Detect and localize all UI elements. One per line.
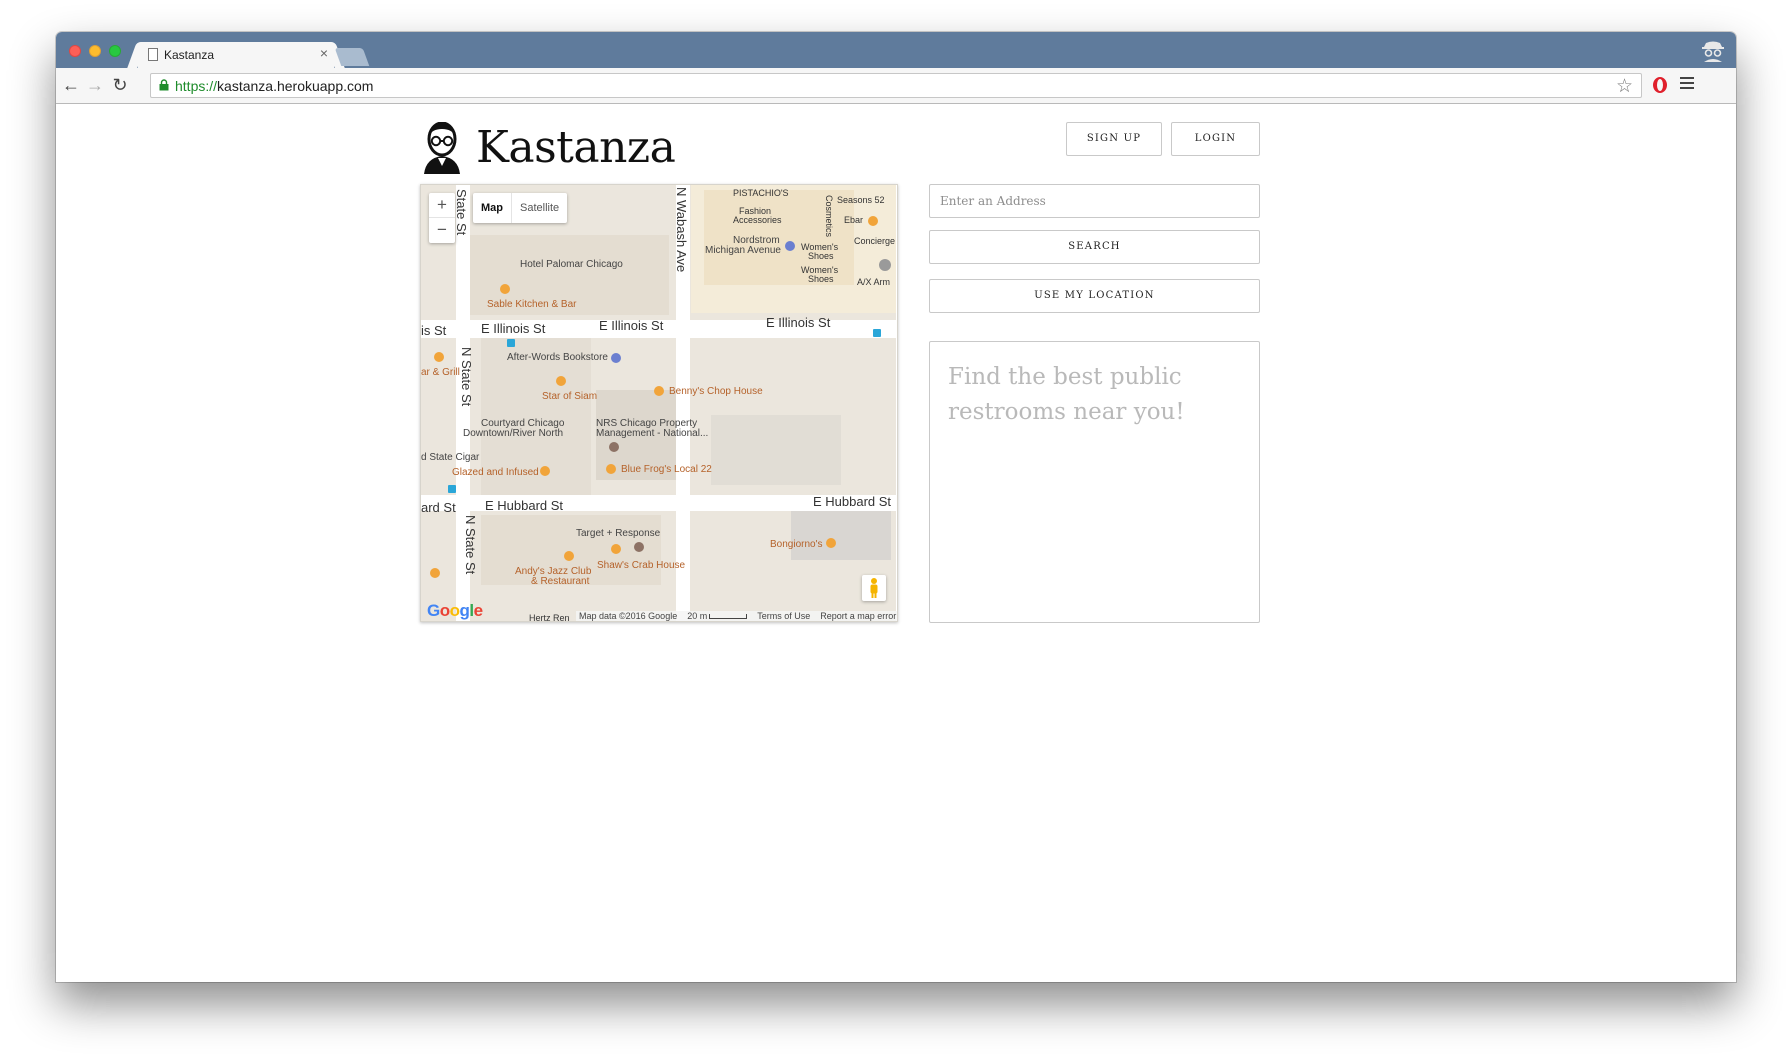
lock-icon [159,79,169,91]
map-place-label: Hertz Ren [529,613,570,622]
map-place-label: Star of Siam [542,391,598,402]
url-scheme: https:// [175,78,218,94]
minimize-window-button[interactable] [89,45,101,57]
url-text: https://kastanza.herokuapp.com [175,78,373,94]
forward-button[interactable]: → [84,75,106,96]
map-place-label: Shoes [808,251,834,261]
report-map-error-link[interactable]: Report a map error [820,611,896,621]
results-prompt: Find the best public restrooms near you! [948,364,1185,425]
bookmark-star-icon[interactable]: ☆ [1616,75,1633,98]
incognito-icon [1702,41,1724,62]
opera-icon[interactable] [1652,76,1668,94]
zoom-out-button[interactable]: − [429,218,455,243]
use-my-location-button[interactable]: USE MY LOCATION [929,279,1260,313]
map-place-label: A/X Arm [857,277,891,287]
url-host: kastanza.herokuapp.com [217,78,374,94]
map-place-label: Sable Kitchen & Bar [487,299,577,310]
zoom-control: + − [429,193,455,243]
search-button[interactable]: SEARCH [929,230,1260,264]
results-panel: Find the best public restrooms near you! [929,341,1260,623]
zoom-in-button[interactable]: + [429,193,455,218]
map-widget[interactable]: + − Map Satellite E Illinois St E Illino… [420,184,898,622]
reload-button[interactable]: ↻ [109,75,131,96]
map-street-label: E Illinois St [766,315,831,330]
map-place-label: Shoes [808,274,834,284]
map-place-label: ar & Grill [421,367,460,378]
brand-name: Kastanza [476,122,676,173]
map-place-label: Cosmetics [824,195,834,238]
map-place-label: Michigan Avenue [705,245,781,256]
map-street-label: State St [454,189,469,236]
tab-close-button[interactable]: × [320,45,328,61]
map-type-control: Map Satellite [473,193,568,223]
map-place-label: After-Words Bookstore [507,352,608,363]
map-place-label: Hotel Palomar Chicago [520,259,623,270]
map-street-label: E Hubbard St [485,498,564,513]
address-input[interactable] [929,184,1260,218]
map-scale-label: 20 m [687,611,708,621]
map-place-label: Management - National... [596,428,709,439]
map-attribution: Map data ©2016 Google 20 m Terms of Use Rep… [576,611,897,621]
map-type-satellite-button[interactable]: Satellite [511,193,567,223]
tab-strip: Kastanza × [56,32,1736,68]
map-place-label: Blue Frog's Local 22 [621,464,712,475]
map-place-label: Bongiorno's [770,539,823,550]
tab-title: Kastanza [164,48,215,62]
map-street-label: N Wabash Ave [674,187,689,273]
login-button[interactable]: LOGIN [1171,122,1260,156]
map-place-label: & Restaurant [531,576,590,587]
back-button[interactable]: ← [60,75,82,96]
map-place-label: Target + Response [576,528,661,539]
new-tab-button[interactable] [334,48,370,66]
map-data-credit: Map data ©2016 Google [579,611,678,621]
map-street-label: ard St [421,500,456,515]
map-place-label: Concierge [854,236,896,246]
google-logo: Google [427,601,483,620]
map-scale-bar [709,614,748,620]
browser-toolbar: ← → ↻ https://kastanza.herokuapp.com ☆ [56,68,1736,104]
browser-menu-icon[interactable] [1680,77,1694,91]
map-place-label: Shaw's Crab House [597,560,686,571]
map-street-label: E Illinois St [481,321,546,336]
map-place-label: Benny's Chop House [669,386,763,397]
map-place-label: Seasons 52 [837,195,885,205]
map-street-label: is St [421,323,447,338]
map-place-label: Downtown/River North [463,428,564,439]
map-street-label: N State St [459,347,474,407]
map-place-label: PISTACHIO'S [733,188,789,198]
map-place-label: Glazed and Infused [452,467,539,478]
map-street-label: E Illinois St [599,318,664,333]
address-bar[interactable]: https://kastanza.herokuapp.com ☆ [150,73,1642,98]
browser-tab[interactable]: Kastanza × [138,42,334,68]
map-street-label: E Hubbard St [813,494,892,509]
map-place-label: Ebar [844,215,864,225]
maximize-window-button[interactable] [109,45,121,57]
page-icon [148,48,158,61]
kastanza-face-icon [424,122,460,174]
map-place-label: d State Cigar [421,452,480,463]
close-window-button[interactable] [69,45,81,57]
street-view-pegman-icon[interactable] [862,575,886,601]
map-type-map-button[interactable]: Map [473,193,511,223]
map-street-label: N State St [463,515,478,575]
page-content: Kastanza SIGN UP LOGIN + − Map Satellite… [56,104,1736,982]
map-place-label: Accessories [733,215,782,225]
terms-link[interactable]: Terms of Use [757,611,810,621]
signup-button[interactable]: SIGN UP [1066,122,1162,156]
browser-window: Kastanza × ← → ↻ https://kastanza.heroku… [56,32,1736,982]
